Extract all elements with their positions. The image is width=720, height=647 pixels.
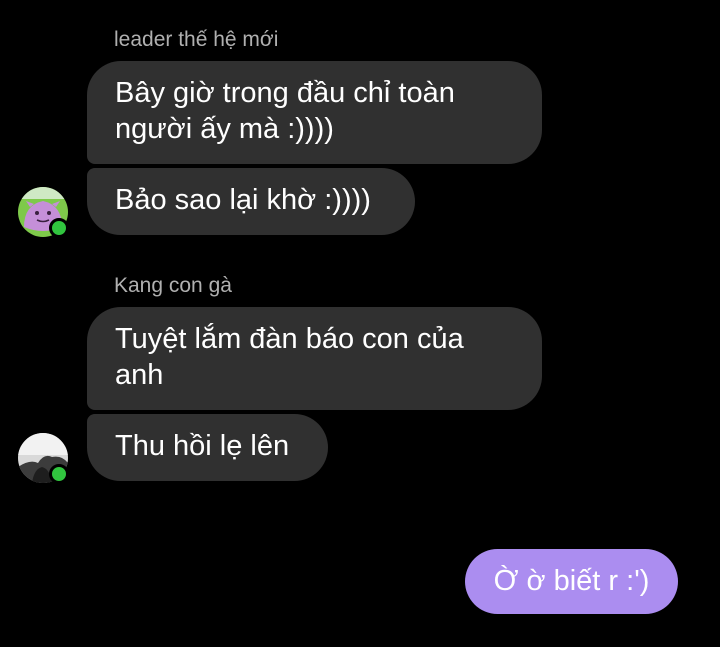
avatar-kang[interactable] — [18, 433, 69, 484]
online-status-icon — [49, 218, 69, 238]
message-bubble[interactable]: Thu hồi lẹ lên — [87, 414, 328, 481]
message-bubble[interactable]: Bây giờ trong đầu chỉ toàn người ấy mà :… — [87, 61, 542, 164]
message-text-line: Bây giờ trong đầu chỉ toàn — [115, 77, 455, 109]
online-status-icon — [49, 464, 69, 484]
message-text-line: anh — [115, 359, 164, 391]
message-text-line: người ấy mà :)))) — [115, 113, 334, 145]
outgoing-message-bubble[interactable]: Ờ ờ biết r :') — [465, 549, 678, 614]
sender-name-kang: Kang con gà — [114, 274, 232, 297]
avatar-leader[interactable] — [18, 187, 69, 238]
message-bubble[interactable]: Tuyệt lắm đàn báo con của anh — [87, 307, 542, 410]
message-bubble[interactable]: Bảo sao lại khờ :)))) — [87, 168, 415, 235]
sender-name-leader: leader thế hệ mới — [114, 28, 279, 51]
message-text-line: Tuyệt lắm đàn báo con của — [115, 323, 464, 355]
